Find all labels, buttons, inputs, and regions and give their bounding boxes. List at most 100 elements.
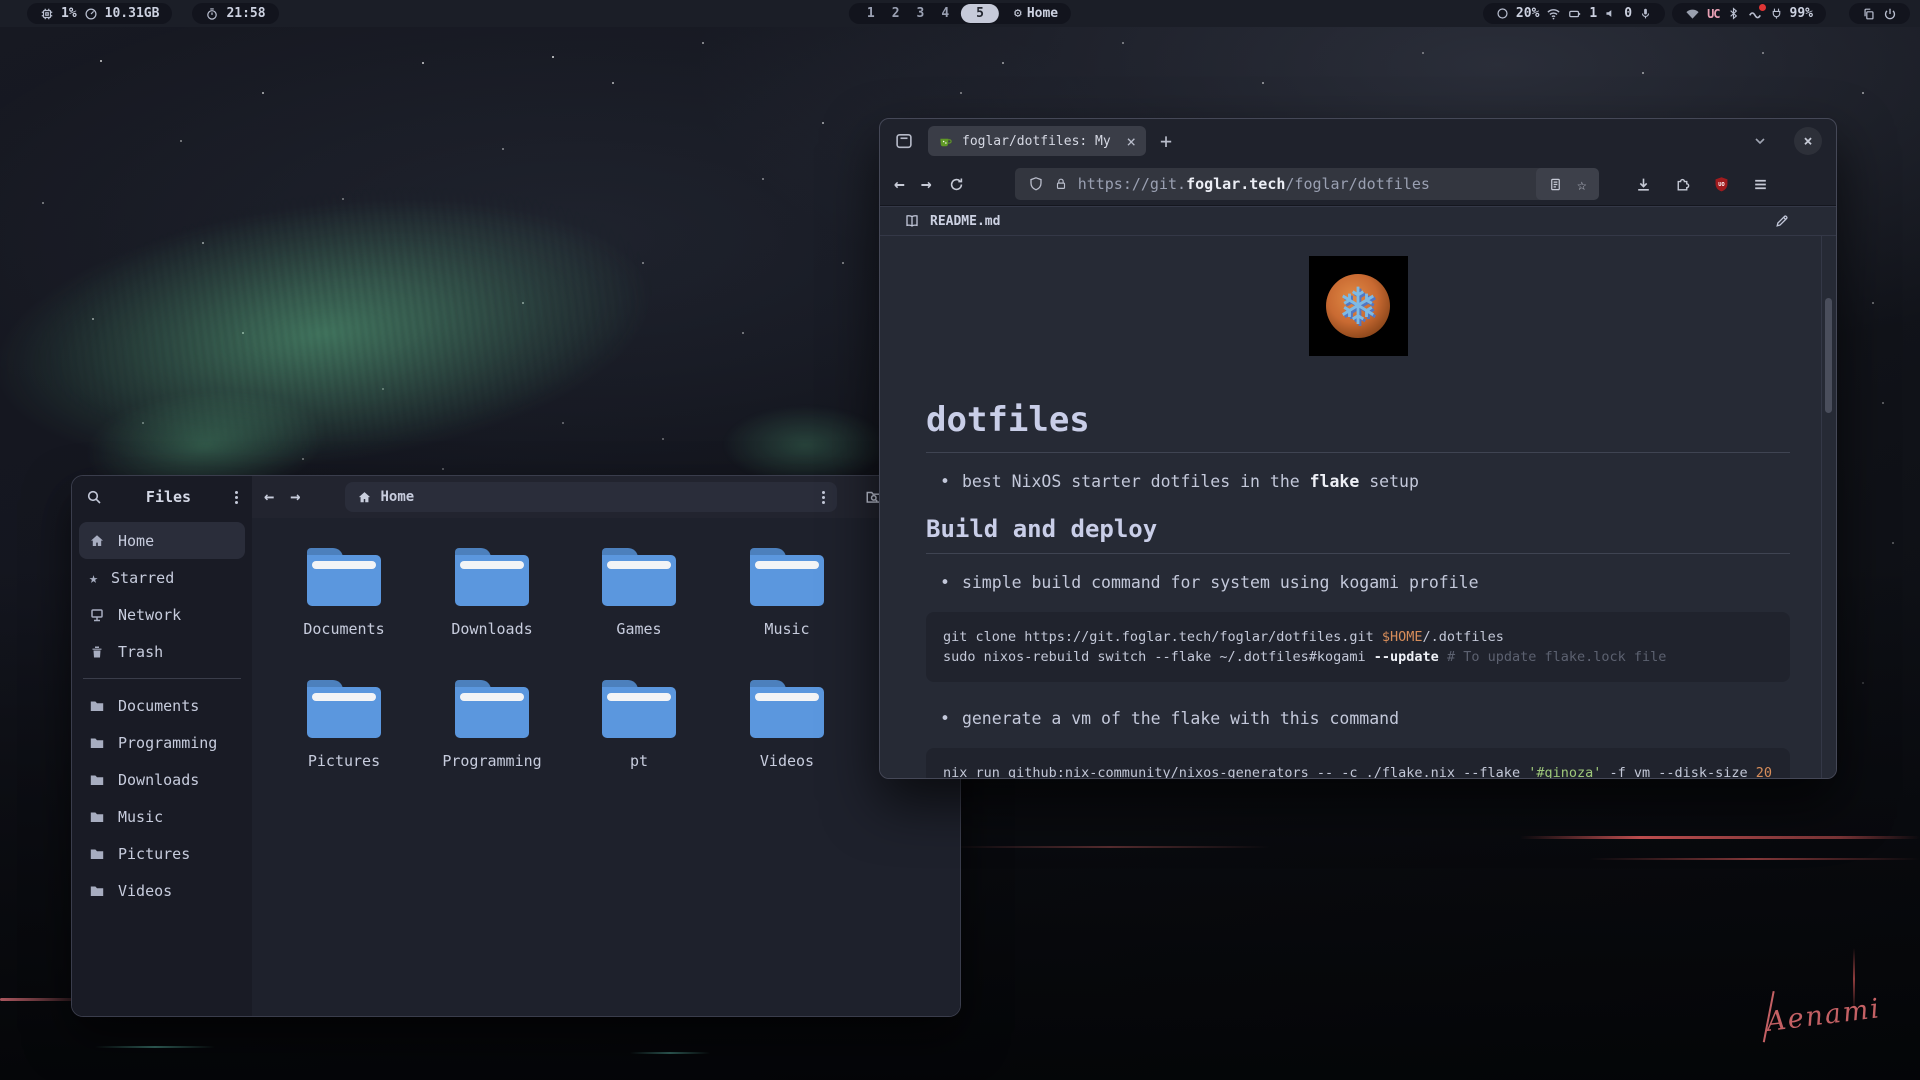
clipboard-icon[interactable]	[1862, 7, 1876, 21]
svg-text:UO: UO	[1718, 182, 1724, 188]
keyboard-layout-indicator[interactable]: UC	[1707, 7, 1719, 21]
app-tray-icon[interactable]	[1747, 7, 1763, 21]
bookmark-star-icon[interactable]: ☆	[1577, 175, 1587, 194]
sidebar-item-label: Network	[118, 606, 181, 624]
workspace-3[interactable]: 3	[912, 6, 930, 21]
sidebar-item-label: Documents	[118, 697, 199, 715]
downloads-icon[interactable]	[1635, 176, 1652, 193]
workspace-4[interactable]: 4	[936, 6, 954, 21]
folder-icon	[89, 772, 105, 788]
tab-list-chevron-icon[interactable]	[1752, 133, 1768, 149]
nav-back-icon[interactable]: ←	[894, 174, 905, 195]
red-light-streak	[1590, 858, 1920, 860]
sidebar-item-videos[interactable]: Videos	[79, 872, 245, 909]
folder-label: Documents	[303, 620, 384, 638]
browser-tabbar: foglar/dotfiles: My × + ×	[880, 119, 1836, 163]
forward-button[interactable]: →	[290, 487, 300, 507]
folder-icon	[89, 883, 105, 899]
reload-icon[interactable]	[948, 176, 965, 193]
url-text: https://git.foglar.tech/foglar/dotfiles	[1078, 175, 1526, 193]
workspace-5-active[interactable]: 5	[961, 4, 999, 23]
folder-videos[interactable]: Videos	[727, 680, 847, 770]
folder-pictures[interactable]: Pictures	[284, 680, 404, 770]
workspace-switcher: 1 2 3 4 5 ⚙ Home	[849, 3, 1071, 24]
sidebar-item-label: Videos	[118, 882, 172, 900]
workspace-1[interactable]: 1	[862, 6, 880, 21]
folder-icon	[455, 548, 529, 606]
reader-mode-icon[interactable]	[1548, 177, 1563, 192]
sidebar-item-music[interactable]: Music	[79, 798, 245, 835]
firefox-view-icon[interactable]	[894, 131, 914, 151]
sidebar-item-network[interactable]: Network	[79, 596, 245, 633]
tracking-shield-icon[interactable]	[1028, 176, 1044, 192]
home-icon	[357, 490, 372, 505]
workspace-2[interactable]: 2	[887, 6, 905, 21]
window-close-button[interactable]: ×	[1794, 127, 1822, 155]
power-icon[interactable]	[1883, 7, 1897, 21]
bullet-text: simple build command for system using ko…	[962, 573, 1479, 592]
sidebar-item-pictures[interactable]: Pictures	[79, 835, 245, 872]
code-block-vm[interactable]: nix run github:nix-community/nixos-gener…	[926, 748, 1790, 778]
sidebar-item-home[interactable]: Home	[79, 522, 245, 559]
hamburger-menu-icon[interactable]	[1752, 176, 1769, 193]
extensions-puzzle-icon[interactable]	[1674, 176, 1691, 193]
sidebar-item-programming[interactable]: Programming	[79, 724, 245, 761]
sidebar-item-label: Trash	[118, 643, 163, 661]
files-sidebar-nav: Home ★ Starred Network Trash	[72, 518, 252, 913]
lock-icon[interactable]	[1054, 177, 1068, 191]
folder-icon	[750, 680, 824, 738]
ublock-origin-icon[interactable]: UO	[1713, 176, 1730, 193]
tray-pill: UC 99%	[1672, 3, 1826, 24]
folder-programming[interactable]: Programming	[432, 680, 552, 770]
nav-forward-icon[interactable]: →	[921, 174, 932, 195]
files-folder-grid: Documents Downloads Games Music Pictures…	[252, 518, 960, 1016]
scrollbar-thumb[interactable]	[1825, 298, 1832, 413]
folder-games[interactable]: Games	[579, 548, 699, 638]
sidebar-divider	[83, 678, 241, 679]
power-plug-icon	[1770, 7, 1783, 20]
code-line: git clone https://git.foglar.tech/foglar…	[943, 627, 1773, 647]
folder-documents[interactable]: Documents	[284, 548, 404, 638]
readme-body: ❄ dotfiles • best NixOS starter dotfiles…	[880, 236, 1836, 778]
tab-close-icon[interactable]: ×	[1126, 132, 1136, 151]
folder-icon	[89, 735, 105, 751]
bullet-text: generate a vm of the flake with this com…	[962, 709, 1399, 728]
speaker-icon	[1604, 7, 1617, 20]
sidebar-item-label: Programming	[118, 734, 217, 752]
code-block-build[interactable]: git clone https://git.foglar.tech/foglar…	[926, 612, 1790, 682]
bullet-dot: •	[940, 709, 950, 728]
folder-label: Music	[764, 620, 809, 638]
sidebar-item-documents[interactable]: Documents	[79, 687, 245, 724]
search-icon[interactable]	[86, 489, 102, 505]
status-bar: 1% 10.31GB 21:58 1 2 3 4 5 ⚙ Home	[0, 0, 1920, 27]
cpu-icon	[40, 7, 54, 21]
breadcrumb[interactable]: Home	[345, 482, 837, 512]
folder-icon	[89, 846, 105, 862]
sidebar-item-trash[interactable]: Trash	[79, 633, 245, 670]
folder-icon	[89, 809, 105, 825]
edit-pencil-icon[interactable]	[1774, 213, 1790, 229]
browser-content: README.md ❄ dotfiles • best NixOS starte…	[880, 206, 1836, 778]
cpu-usage: 1%	[61, 6, 77, 21]
sidebar-item-label: Starred	[111, 569, 174, 587]
back-button[interactable]: ←	[264, 487, 274, 507]
path-menu-icon[interactable]	[822, 496, 825, 499]
bluetooth-icon[interactable]	[1727, 7, 1740, 20]
network-icon	[89, 607, 105, 623]
folder-downloads[interactable]: Downloads	[432, 548, 552, 638]
kebab-menu-icon[interactable]	[235, 496, 238, 499]
folder-icon	[307, 680, 381, 738]
controls-pill: 20% 1 0	[1483, 3, 1665, 24]
sidebar-item-starred[interactable]: ★ Starred	[79, 559, 245, 596]
sidebar-item-downloads[interactable]: Downloads	[79, 761, 245, 798]
mode-label: Home	[1027, 6, 1058, 21]
code-line: nix run github:nix-community/nixos-gener…	[943, 763, 1773, 778]
folder-icon	[750, 548, 824, 606]
volume-level: 0	[1624, 6, 1632, 21]
folder-music[interactable]: Music	[727, 548, 847, 638]
tab-foglar-dotfiles[interactable]: foglar/dotfiles: My ×	[928, 126, 1146, 156]
network-tray-icon[interactable]	[1685, 6, 1700, 21]
folder-pt[interactable]: pt	[579, 680, 699, 770]
url-bar[interactable]: https://git.foglar.tech/foglar/dotfiles …	[1015, 168, 1599, 200]
new-tab-button[interactable]: +	[1160, 129, 1172, 153]
